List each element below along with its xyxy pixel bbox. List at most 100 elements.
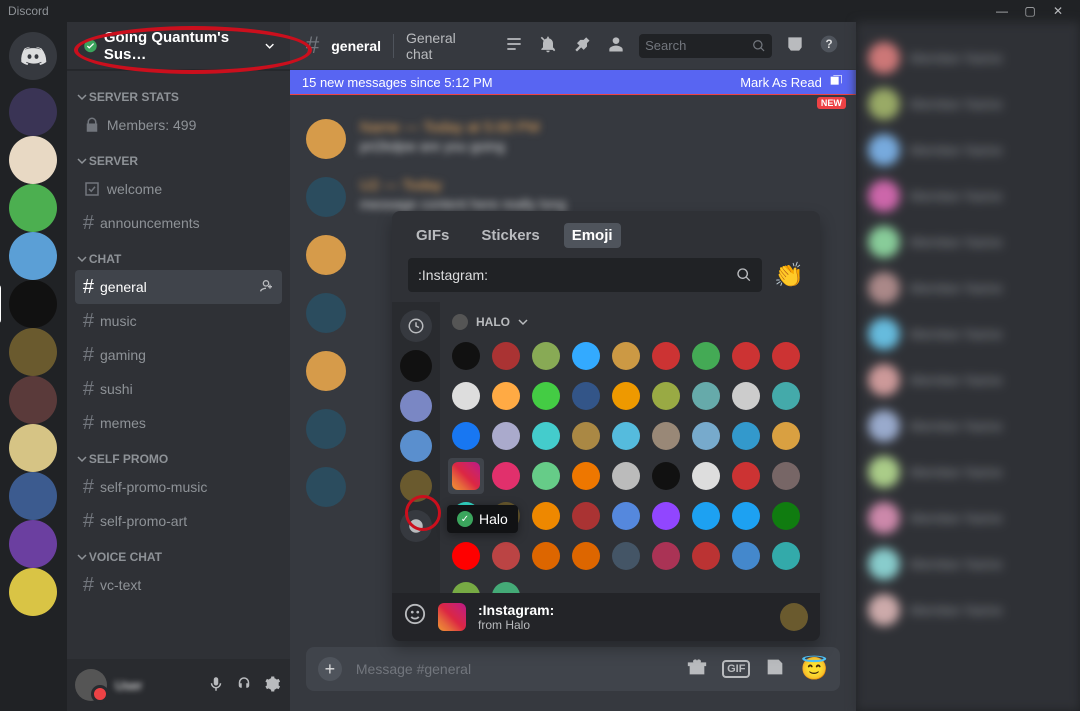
member-item[interactable]: Member Name (864, 176, 1072, 216)
server-icon-3[interactable] (9, 232, 57, 280)
server-icon-6[interactable] (9, 376, 57, 424)
member-item[interactable]: Member Name (864, 130, 1072, 170)
emoji-31[interactable] (608, 458, 644, 494)
member-item[interactable]: Member Name (864, 314, 1072, 354)
server-icon-8[interactable] (9, 472, 57, 520)
window-minimize[interactable]: — (988, 4, 1016, 18)
emoji-45[interactable] (448, 538, 484, 574)
member-item[interactable]: Member Name (864, 222, 1072, 262)
server-icon-10[interactable] (9, 568, 57, 616)
emoji-9[interactable] (448, 378, 484, 414)
member-item[interactable]: Member Name (864, 452, 1072, 492)
category-voice-chat[interactable]: VOICE CHAT (75, 538, 282, 568)
attach-button[interactable]: + (318, 657, 342, 681)
emoji-7[interactable] (728, 338, 764, 374)
emoji-34[interactable] (728, 458, 764, 494)
server-icon-9[interactable] (9, 520, 57, 568)
threads-icon[interactable] (503, 34, 525, 57)
server-emoji-category-1[interactable] (400, 350, 432, 382)
members-icon[interactable] (605, 34, 627, 57)
channel-members-499[interactable]: Members: 499 (75, 108, 282, 142)
channel-music[interactable]: #music (75, 304, 282, 338)
emoji-52[interactable] (728, 538, 764, 574)
member-item[interactable]: Member Name (864, 498, 1072, 538)
member-item[interactable]: Member Name (864, 360, 1072, 400)
emoji-50[interactable] (648, 538, 684, 574)
mark-as-read[interactable]: Mark As Read (740, 75, 822, 90)
emoji-0[interactable] (448, 338, 484, 374)
emoji-server-header[interactable]: HALO (448, 310, 812, 334)
emoji-29[interactable] (528, 458, 564, 494)
people-emoji-category[interactable] (400, 510, 432, 542)
emoji-35[interactable] (768, 458, 804, 494)
emoji-19[interactable] (488, 418, 524, 454)
category-server-stats[interactable]: SERVER STATS (75, 78, 282, 108)
emoji-55[interactable] (488, 578, 524, 593)
server-emoji-category-halo[interactable] (400, 470, 432, 502)
emoji-13[interactable] (608, 378, 644, 414)
emoji-10[interactable] (488, 378, 524, 414)
channel-self-promo-music[interactable]: #self-promo-music (75, 470, 282, 504)
emoji-3[interactable] (568, 338, 604, 374)
channel-sushi[interactable]: #sushi (75, 372, 282, 406)
emoji-20[interactable] (528, 418, 564, 454)
emoji-26[interactable] (768, 418, 804, 454)
pinned-icon[interactable] (571, 34, 593, 57)
channel-general[interactable]: #general (75, 270, 282, 304)
emoji-8[interactable] (768, 338, 804, 374)
recent-emoji-category[interactable] (400, 310, 432, 342)
notifications-icon[interactable] (537, 34, 559, 57)
deafen-icon[interactable] (234, 675, 254, 696)
new-messages-bar[interactable]: 15 new messages since 5:12 PM Mark As Re… (290, 70, 856, 94)
emoji-2[interactable] (528, 338, 564, 374)
member-item[interactable]: Member Name (864, 590, 1072, 630)
emoji-15[interactable] (688, 378, 724, 414)
channel-gaming[interactable]: #gaming (75, 338, 282, 372)
emoji-51[interactable] (688, 538, 724, 574)
server-emoji-category-2[interactable] (400, 390, 432, 422)
mute-icon[interactable] (206, 675, 226, 696)
category-server[interactable]: SERVER (75, 142, 282, 172)
emoji-5[interactable] (648, 338, 684, 374)
search-input[interactable]: Search (639, 34, 772, 58)
channel-announcements[interactable]: #announcements (75, 206, 282, 240)
server-header[interactable]: Going Quantum's Sus… (67, 22, 290, 70)
gift-icon[interactable] (686, 656, 708, 683)
category-self-promo[interactable]: SELF PROMO (75, 440, 282, 470)
self-avatar[interactable] (75, 669, 107, 701)
channel-welcome[interactable]: welcome (75, 172, 282, 206)
member-item[interactable]: Member Name (864, 406, 1072, 446)
emoji-21[interactable] (568, 418, 604, 454)
skin-tone-picker[interactable]: 👏 (774, 261, 804, 290)
emoji-42[interactable] (688, 498, 724, 534)
server-icon-4[interactable] (9, 280, 57, 328)
emoji-14[interactable] (648, 378, 684, 414)
tab-stickers[interactable]: Stickers (473, 223, 547, 248)
emoji-30[interactable] (568, 458, 604, 494)
server-icon-1[interactable] (9, 136, 57, 184)
category-chat[interactable]: CHAT (75, 240, 282, 270)
server-icon-7[interactable] (9, 424, 57, 472)
emoji-49[interactable] (608, 538, 644, 574)
server-icon-2[interactable] (9, 184, 57, 232)
member-item[interactable]: Member Name (864, 268, 1072, 308)
member-item[interactable]: Member Name (864, 38, 1072, 78)
emoji-4[interactable] (608, 338, 644, 374)
server-emoji-category-3[interactable] (400, 430, 432, 462)
emoji-53[interactable] (768, 538, 804, 574)
inbox-icon[interactable] (784, 34, 806, 57)
emoji-54[interactable] (448, 578, 484, 593)
settings-icon[interactable] (262, 675, 282, 696)
gif-icon[interactable]: GIF (722, 660, 750, 678)
emoji-24[interactable] (688, 418, 724, 454)
tab-emoji[interactable]: Emoji (564, 223, 621, 248)
emoji-38[interactable] (528, 498, 564, 534)
emoji-22[interactable] (608, 418, 644, 454)
server-icon-0[interactable] (9, 88, 57, 136)
emoji-6[interactable] (688, 338, 724, 374)
channel-vc-text[interactable]: #vc-text (75, 568, 282, 602)
member-item[interactable]: Member Name (864, 84, 1072, 124)
server-icon-5[interactable] (9, 328, 57, 376)
smiley-icon[interactable] (404, 603, 426, 631)
emoji-18[interactable] (448, 418, 484, 454)
